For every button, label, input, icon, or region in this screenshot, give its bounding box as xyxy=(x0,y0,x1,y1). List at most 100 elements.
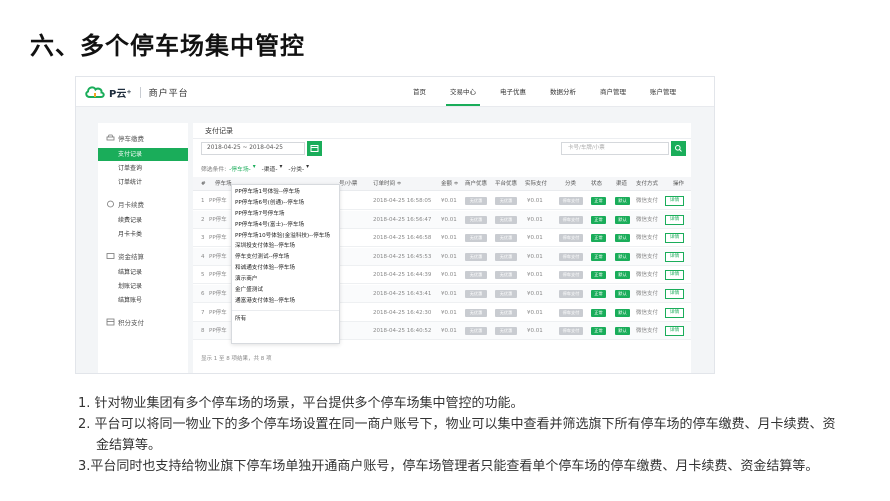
detail-button[interactable]: 详情 xyxy=(665,289,684,299)
detail-button[interactable]: 详情 xyxy=(665,251,684,262)
col-amount[interactable]: 金额 ≑ xyxy=(441,177,458,191)
top-nav-e-coupons[interactable]: 电子优惠 xyxy=(488,77,538,107)
dropdown-option[interactable]: 通富港支付体验--停车场 xyxy=(232,296,339,307)
platform-discount-badge: 无优惠 xyxy=(495,197,517,205)
platform-discount-badge: 无优惠 xyxy=(495,234,517,243)
sidebar-item-settlement-records[interactable]: 结算记录 xyxy=(98,266,188,279)
note-line: 金结算等。 xyxy=(96,438,162,453)
dropdown-option-all[interactable]: 所有 xyxy=(232,314,339,325)
status-badge: 正常 xyxy=(591,252,606,261)
channel-badge: 默认 xyxy=(615,290,630,298)
sidebar-item-card-types[interactable]: 月卡卡类 xyxy=(98,228,188,241)
note-line: 2. 平台可以将同一物业下的多个停车场设置在同一商户账号下，物业可以集中查看并筛… xyxy=(78,417,836,432)
sidebar-item-order-stats[interactable]: 订单统计 xyxy=(98,176,188,189)
cell-parking-lot: PP停车 xyxy=(209,291,227,297)
chevron-down-icon: ▾ xyxy=(306,164,310,170)
logo-text: P云⁺ xyxy=(109,88,132,100)
search-input[interactable]: 卡号/车牌/小票 xyxy=(561,142,669,155)
status-badge: 正常 xyxy=(591,290,606,298)
channel-badge: 默认 xyxy=(615,234,630,243)
cell-parking-lot: PP停车 xyxy=(209,253,227,260)
dropdown-option[interactable]: 演示商户 xyxy=(232,274,339,285)
cell-parking-lot: PP停车 xyxy=(209,198,227,204)
sidebar-item-renewal-records[interactable]: 续费记录 xyxy=(98,214,188,227)
cell-index: 8 xyxy=(201,328,205,335)
detail-button[interactable]: 详情 xyxy=(665,270,684,281)
sidebar-group-settlement[interactable]: 资金结算 xyxy=(98,247,188,265)
merchant-discount-badge: 无优惠 xyxy=(465,234,487,243)
category-badge: 停车支付 xyxy=(559,234,583,243)
cell-parking-lot: PP停车 xyxy=(209,235,227,242)
calendar-button[interactable] xyxy=(307,141,322,156)
merchant-discount-badge: 无优惠 xyxy=(465,290,487,298)
app-screenshot: P云⁺ 商户平台 首页 交易中心 电子优惠 数据分析 商户管理 账户管理 停车缴… xyxy=(75,76,715,374)
detail-button[interactable]: 详情 xyxy=(665,233,684,244)
status-badge: 正常 xyxy=(591,327,606,336)
points-icon xyxy=(106,318,115,326)
top-nav-home[interactable]: 首页 xyxy=(401,77,438,107)
dropdown-option[interactable]: 深圳投支付体验--停车场 xyxy=(232,241,339,252)
status-badge: 正常 xyxy=(591,271,606,280)
top-nav-merchant-management[interactable]: 商户管理 xyxy=(588,77,638,107)
dropdown-option[interactable]: 和诚通支付体验--停车场 xyxy=(232,263,339,274)
channel-badge: 默认 xyxy=(615,308,630,317)
cell-paid: ¥0.01 xyxy=(527,216,543,223)
filter-channel[interactable]: -渠道- xyxy=(262,164,278,173)
platform-discount-badge: 无优惠 xyxy=(495,290,517,298)
cell-order-time: 2018-04-25 16:44:39 xyxy=(373,272,432,279)
divider xyxy=(193,138,691,139)
dropdown-option[interactable]: PP停车场6号(创通)--停车场 xyxy=(232,198,339,209)
cell-payment-method: 微信支付 xyxy=(636,198,659,204)
category-badge: 停车支付 xyxy=(559,327,583,336)
filter-category[interactable]: -分类- xyxy=(288,164,304,173)
search-button[interactable] xyxy=(671,141,686,156)
detail-button[interactable]: 详情 xyxy=(665,214,684,225)
col-category: 分类 xyxy=(565,181,577,187)
merchant-discount-badge: 无优惠 xyxy=(465,215,487,224)
sidebar-item-settlement-account[interactable]: 结算账号 xyxy=(98,294,188,307)
logo[interactable]: P云⁺ 商户平台 xyxy=(84,83,189,101)
top-nav: 首页 交易中心 电子优惠 数据分析 商户管理 账户管理 xyxy=(401,77,688,107)
dropdown-option[interactable]: PP停车场7号停车场 xyxy=(232,209,339,220)
top-nav-analytics[interactable]: 数据分析 xyxy=(538,77,588,107)
cell-payment-method: 微信支付 xyxy=(636,235,659,242)
filter-parking-lot[interactable]: -停车场- xyxy=(229,164,251,173)
col-platform-discount: 平台优惠 xyxy=(495,181,518,187)
detail-button[interactable]: 详情 xyxy=(665,307,684,318)
sidebar-group-parking-payment[interactable]: 停车缴费 xyxy=(98,129,188,147)
dropdown-option[interactable]: PP停车场4号(富士)--停车场 xyxy=(232,220,339,231)
sidebar-item-order-query[interactable]: 订单查询 xyxy=(98,162,188,175)
cell-amount: ¥0.01 xyxy=(441,272,457,279)
dropdown-option[interactable]: 停车支付测试--停车场 xyxy=(232,252,339,263)
cell-amount: ¥0.01 xyxy=(441,328,457,335)
dropdown-option[interactable]: PP停车场1号体验--停车场 xyxy=(232,187,339,198)
sidebar-item-transfer-records[interactable]: 划账记录 xyxy=(98,280,188,293)
cell-parking-lot: PP停车 xyxy=(209,216,227,223)
detail-button[interactable]: 详情 xyxy=(665,196,684,206)
cell-amount: ¥0.01 xyxy=(441,309,457,316)
col-status: 状态 xyxy=(591,181,603,187)
cell-order-time: 2018-04-25 16:46:58 xyxy=(373,235,432,242)
detail-button[interactable]: 详情 xyxy=(665,326,684,337)
date-range-input[interactable]: 2018-04-25 ~ 2018-04-25 xyxy=(201,142,305,155)
cell-index: 5 xyxy=(201,272,205,279)
logo-divider xyxy=(139,86,141,98)
cell-order-time: 2018-04-25 16:42:30 xyxy=(373,309,432,316)
top-nav-account-management[interactable]: 账户管理 xyxy=(638,77,688,107)
cell-order-time: 2018-04-25 16:43:41 xyxy=(373,291,432,297)
top-nav-trade-center[interactable]: 交易中心 xyxy=(438,77,488,107)
calendar-icon xyxy=(310,145,319,152)
dropdown-option[interactable]: PP停车场10号体验(金溢科技)--停车场 xyxy=(232,231,339,242)
sidebar-item-payment-records[interactable]: 支付记录 xyxy=(98,148,188,161)
dropdown-option[interactable]: 金广盛测试 xyxy=(232,285,339,296)
sidebar-group-points-payment[interactable]: 积分支付 xyxy=(98,313,188,331)
note-line: 1. 针对物业集团有多个停车场的场景，平台提供多个停车场集中管控的功能。 xyxy=(78,396,524,411)
cell-payment-method: 微信支付 xyxy=(636,272,659,279)
merchant-discount-badge: 无优惠 xyxy=(465,271,487,280)
col-order-time[interactable]: 订单时间 ≑ xyxy=(373,177,401,191)
category-badge: 停车支付 xyxy=(559,290,583,298)
cell-index: 3 xyxy=(201,235,205,242)
platform-discount-badge: 无优惠 xyxy=(495,252,517,261)
sidebar-group-monthly-card[interactable]: 月卡续费 xyxy=(98,195,188,213)
search-icon xyxy=(675,145,682,152)
